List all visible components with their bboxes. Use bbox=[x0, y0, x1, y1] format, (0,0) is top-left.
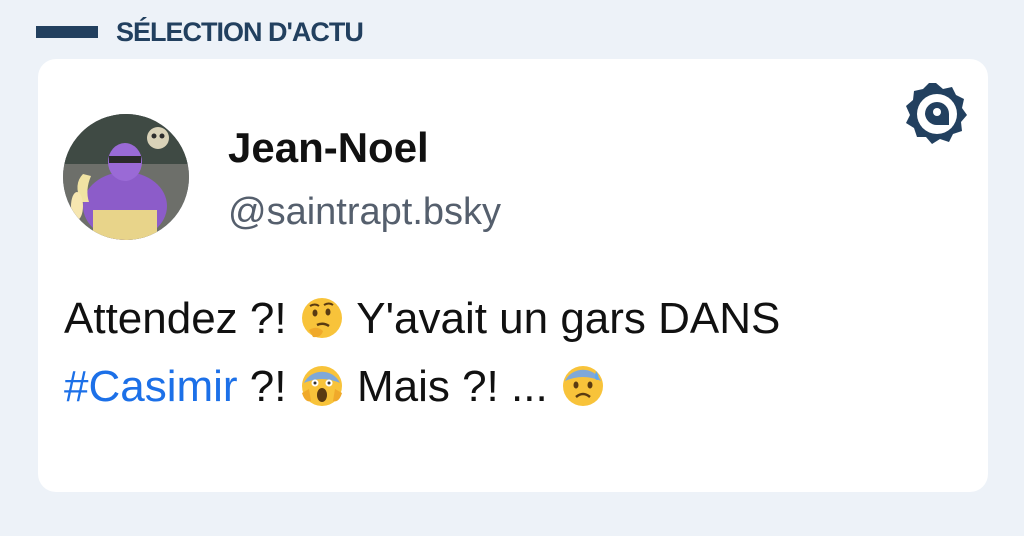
post-card: Jean-Noel @saintrapt.bsky Attendez ?! Y'… bbox=[38, 59, 988, 492]
section-title: SÉLECTION D'ACTU bbox=[116, 16, 364, 47]
post-text: Attendez ?! Y'avait un gars DANS #Casimir… bbox=[64, 285, 964, 421]
brand-logo-icon bbox=[904, 81, 968, 145]
face-screaming-in-fear-icon bbox=[299, 363, 345, 409]
avatar[interactable] bbox=[63, 114, 189, 240]
thinking-face-icon bbox=[299, 295, 345, 341]
post-text-part: Mais ?! ... bbox=[344, 362, 560, 411]
author-name[interactable]: Jean-Noel bbox=[228, 127, 429, 169]
hashtag-link[interactable]: #Casimir bbox=[64, 362, 238, 411]
anxious-face-with-sweat-icon bbox=[560, 363, 606, 409]
page: SÉLECTION D'ACTU Jean-Noel @saintrapt.bs… bbox=[0, 0, 1024, 536]
post-text-part: Attendez ?! bbox=[64, 294, 299, 343]
post-text-part: ?! bbox=[237, 362, 299, 411]
avatar-image bbox=[63, 114, 189, 240]
section-header: SÉLECTION D'ACTU bbox=[36, 14, 364, 50]
post-text-part: Y'avait un gars DANS bbox=[344, 294, 781, 343]
author-handle[interactable]: @saintrapt.bsky bbox=[228, 193, 501, 231]
section-bar bbox=[36, 26, 98, 38]
